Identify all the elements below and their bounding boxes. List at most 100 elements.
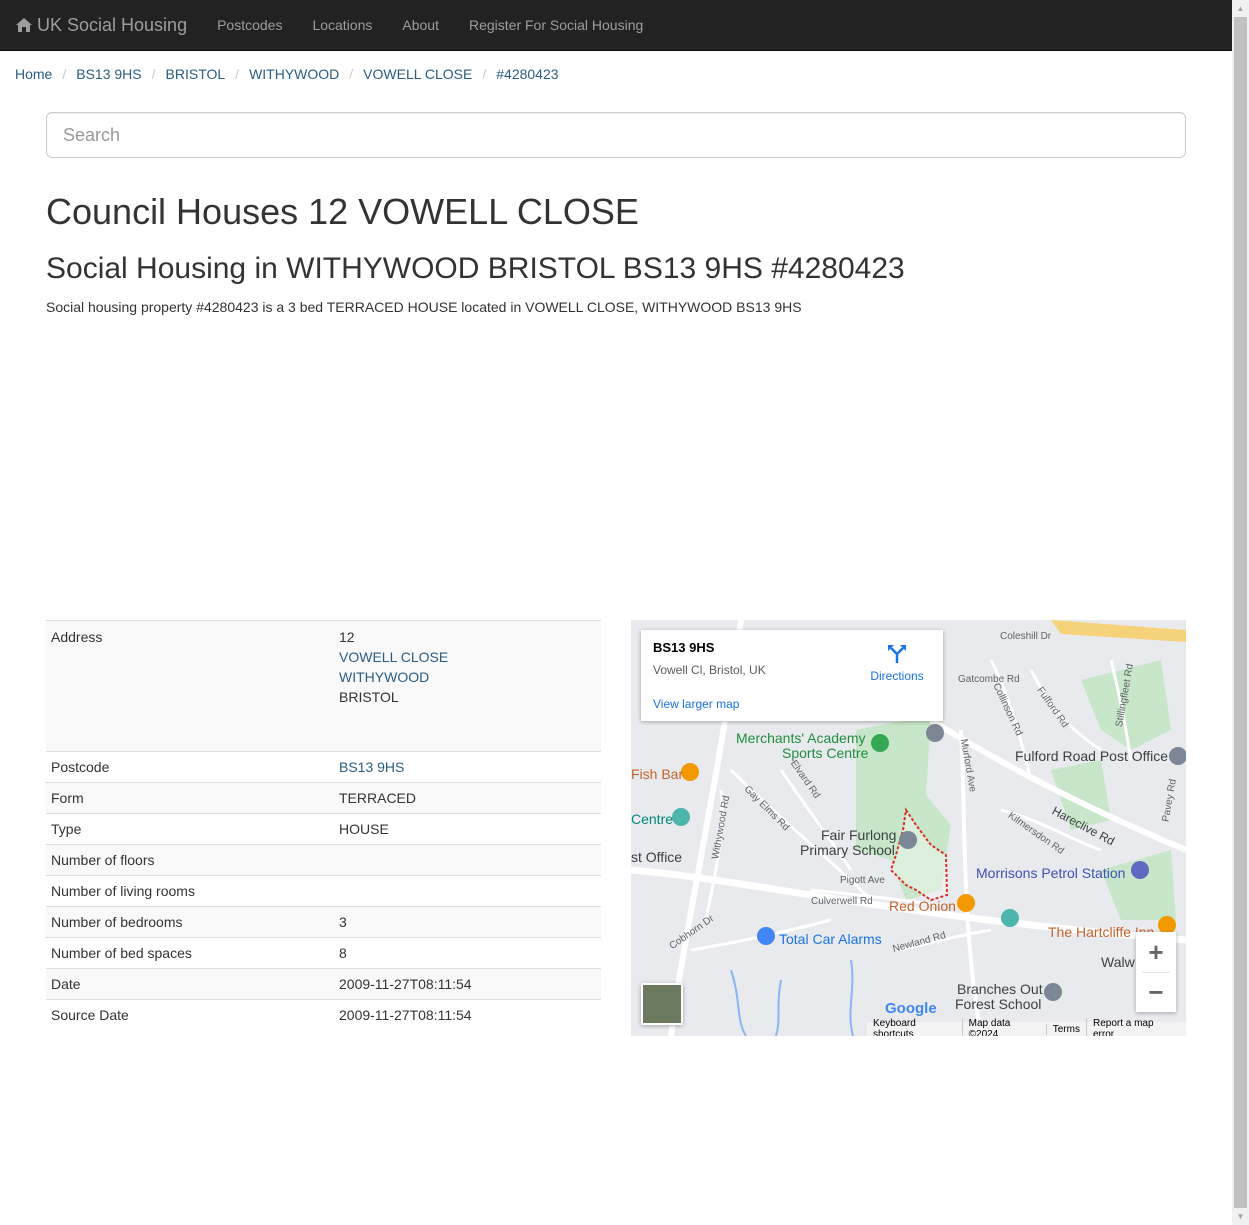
poi-fish-bar[interactable]: Fish Bar <box>631 766 683 782</box>
directions-button[interactable]: Directions <box>867 642 927 683</box>
table-row: Number of living rooms <box>46 875 601 907</box>
row-label: Number of bedrooms <box>46 906 334 938</box>
address-street-link[interactable]: VOWELL CLOSE <box>339 647 596 667</box>
breadcrumb-property[interactable]: #4280423 <box>496 66 558 82</box>
poi-fair-furlong-line1[interactable]: Fair Furlong <box>821 827 896 843</box>
row-label: Date <box>46 968 334 1000</box>
row-value: 8 <box>334 937 601 969</box>
row-value: BS13 9HS <box>334 751 601 783</box>
breadcrumb-home[interactable]: Home <box>15 66 52 82</box>
breadcrumb-separator: / <box>235 66 240 82</box>
table-row: Type HOUSE <box>46 813 601 845</box>
zoom-out-button[interactable]: − <box>1136 972 1176 1012</box>
poi-walw: Walw <box>1101 954 1135 970</box>
road-pigott-ave: Pigott Ave <box>840 875 885 886</box>
breadcrumb-postcode[interactable]: BS13 9HS <box>76 66 141 82</box>
road-coleshill-dr: Coleshill Dr <box>1000 631 1052 642</box>
poi-centre[interactable]: Centre <box>631 811 673 827</box>
scroll-down-arrow-icon[interactable]: ▼ <box>1232 1208 1249 1225</box>
row-label: Number of floors <box>46 844 334 876</box>
property-details-table: Address 12 VOWELL CLOSE WITHYWOOD BRISTO… <box>46 620 601 1031</box>
table-row: Date 2009-11-27T08:11:54 <box>46 968 601 1000</box>
row-value <box>334 875 601 907</box>
address-cell: 12 VOWELL CLOSE WITHYWOOD BRISTOL <box>334 620 601 752</box>
view-larger-map-link[interactable]: View larger map <box>653 697 739 711</box>
vertical-scrollbar[interactable]: ▲ ▼ <box>1232 0 1249 1225</box>
zoom-divider <box>1142 972 1170 973</box>
nav-postcodes[interactable]: Postcodes <box>202 0 297 50</box>
brand-label: UK Social Housing <box>37 14 188 35</box>
row-value: 2009-11-27T08:11:54 <box>334 999 601 1031</box>
nav-about[interactable]: About <box>387 0 454 50</box>
row-label: Type <box>46 813 334 845</box>
map-data-label: Map data ©2024 <box>961 1018 1046 1036</box>
scroll-up-arrow-icon[interactable]: ▲ <box>1232 0 1249 17</box>
poi-red-onion[interactable]: Red Onion <box>889 898 956 914</box>
directions-label: Directions <box>870 669 924 683</box>
row-value: 2009-11-27T08:11:54 <box>334 968 601 1000</box>
map-info-address: Vowell Cl, Bristol, UK <box>653 663 766 677</box>
map-info-card: BS13 9HS Vowell Cl, Bristol, UK View lar… <box>641 630 943 721</box>
satellite-toggle-button[interactable] <box>641 983 683 1025</box>
map-zoom-control: + − <box>1136 932 1176 1012</box>
table-row: Number of bedrooms 3 <box>46 906 601 938</box>
map-info-title: BS13 9HS <box>653 640 715 655</box>
row-label: Address <box>46 620 334 752</box>
breadcrumb-separator: / <box>62 66 67 82</box>
address-number: 12 <box>339 629 355 645</box>
row-value: 3 <box>334 906 601 938</box>
nav-locations[interactable]: Locations <box>297 0 387 50</box>
table-row: Form TERRACED <box>46 782 601 814</box>
table-row: Postcode BS13 9HS <box>46 751 601 783</box>
directions-icon <box>888 645 906 663</box>
table-row: Number of floors <box>46 844 601 876</box>
brand-link[interactable]: UK Social Housing <box>0 0 187 50</box>
poi-total-car-alarms[interactable]: Total Car Alarms <box>779 931 882 947</box>
breadcrumb-street[interactable]: VOWELL CLOSE <box>363 66 472 82</box>
poi-post-office-west[interactable]: st Office <box>631 849 682 865</box>
poi-branches-out-line2[interactable]: Forest School <box>955 996 1041 1012</box>
page-title: Council Houses 12 VOWELL CLOSE <box>46 191 639 232</box>
road-gatcombe-rd: Gatcombe Rd <box>958 674 1020 685</box>
breadcrumb-area[interactable]: WITHYWOOD <box>249 66 339 82</box>
search-input[interactable] <box>46 112 1186 158</box>
breadcrumb-separator: / <box>151 66 156 82</box>
embedded-map[interactable]: Merchants' Academy Sports Centre Fair Fu… <box>631 620 1186 1036</box>
road-culverwell-rd: Culverwell Rd <box>811 896 873 907</box>
terms-link[interactable]: Terms <box>1045 1023 1086 1035</box>
breadcrumb-separator: / <box>349 66 354 82</box>
address-city: BRISTOL <box>339 689 399 705</box>
breadcrumb-separator: / <box>482 66 487 82</box>
breadcrumb-city[interactable]: BRISTOL <box>166 66 226 82</box>
table-row: Number of bed spaces 8 <box>46 937 601 969</box>
nav-register[interactable]: Register For Social Housing <box>454 0 658 50</box>
row-label: Source Date <box>46 999 334 1031</box>
row-value <box>334 844 601 876</box>
row-label: Form <box>46 782 334 814</box>
map-attribution-bar: Keyboard shortcuts Map data ©2024 Terms … <box>867 1018 1186 1036</box>
zoom-in-button[interactable]: + <box>1136 932 1176 972</box>
poi-morrisons-petrol[interactable]: Morrisons Petrol Station <box>976 865 1125 881</box>
row-value: HOUSE <box>334 813 601 845</box>
address-area-link[interactable]: WITHYWOOD <box>339 667 596 687</box>
google-logo: Google <box>885 1000 937 1017</box>
scroll-thumb[interactable] <box>1234 17 1247 1208</box>
keyboard-shortcuts-link[interactable]: Keyboard shortcuts <box>867 1018 962 1036</box>
poi-fair-furlong-line2[interactable]: Primary School <box>800 842 895 858</box>
table-row: Source Date 2009-11-27T08:11:54 <box>46 999 601 1031</box>
row-value: TERRACED <box>334 782 601 814</box>
home-icon <box>16 18 32 32</box>
row-label: Postcode <box>46 751 334 783</box>
table-row: Address 12 VOWELL CLOSE WITHYWOOD BRISTO… <box>46 620 601 752</box>
row-label: Number of living rooms <box>46 875 334 907</box>
poi-fulford-post-office[interactable]: Fulford Road Post Office <box>1015 748 1168 764</box>
report-map-error-link[interactable]: Report a map error <box>1085 1018 1180 1036</box>
property-description: Social housing property #4280423 is a 3 … <box>46 299 802 315</box>
row-label: Number of bed spaces <box>46 937 334 969</box>
navbar: UK Social Housing Postcodes Locations Ab… <box>0 0 1232 51</box>
poi-merchants-academy-line1[interactable]: Merchants' Academy <box>736 730 866 746</box>
postcode-link[interactable]: BS13 9HS <box>339 759 404 775</box>
page-subtitle: Social Housing in WITHYWOOD BRISTOL BS13… <box>46 252 905 285</box>
breadcrumb: Home / BS13 9HS / BRISTOL / WITHYWOOD / … <box>15 64 559 84</box>
poi-branches-out-line1[interactable]: Branches Out <box>957 981 1043 997</box>
